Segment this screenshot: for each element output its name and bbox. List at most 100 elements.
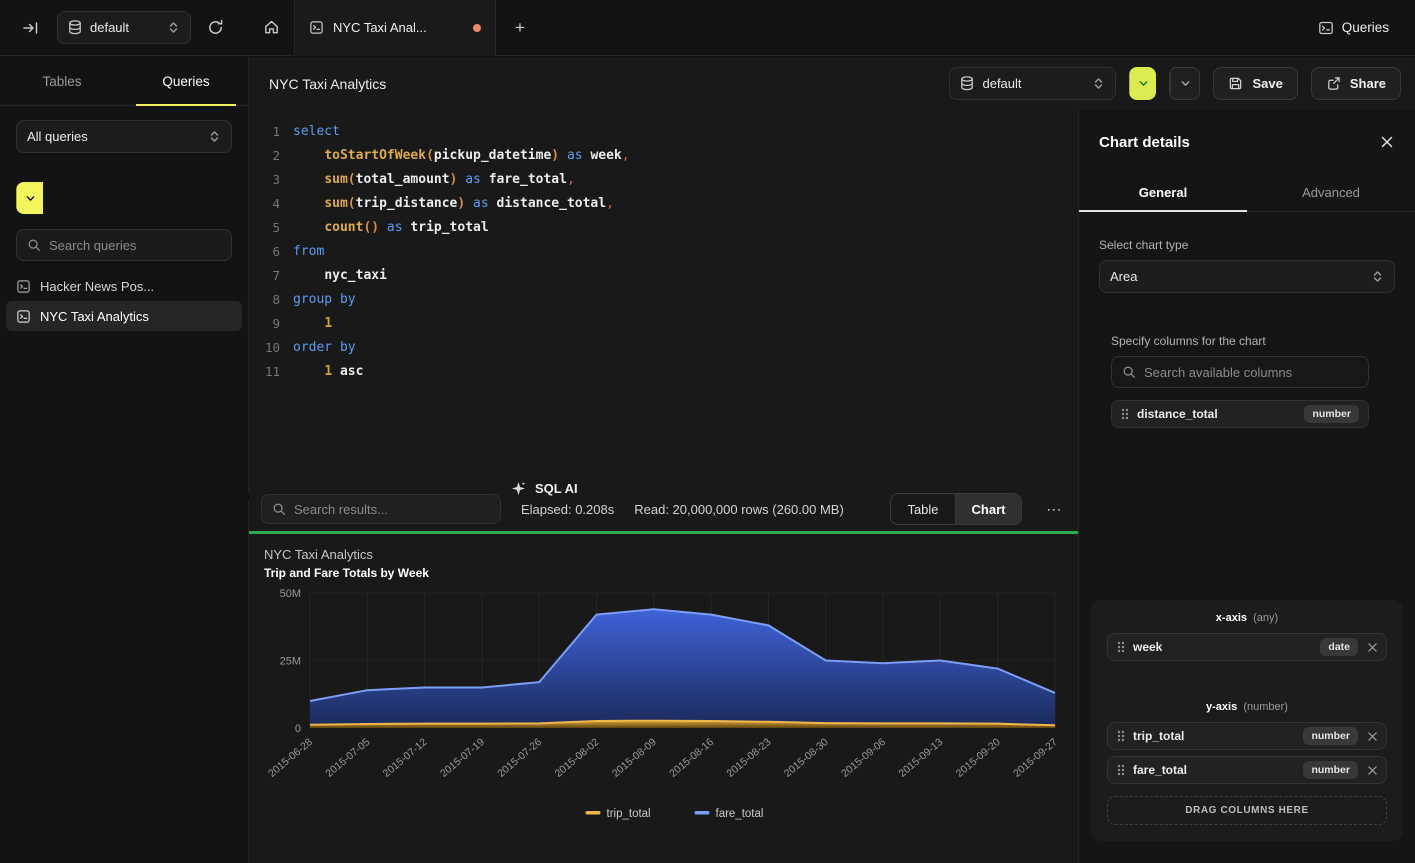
svg-text:2015-08-16: 2015-08-16 <box>667 736 716 780</box>
code-line: 7 nyc_taxi <box>249 263 1078 287</box>
save-button[interactable]: Save <box>1213 67 1297 100</box>
axis-config-card: x-axis (any) week date y-axis (number) <box>1091 600 1403 841</box>
page-title: NYC Taxi Analytics <box>269 76 386 92</box>
tab-queries[interactable]: Queries <box>124 57 248 105</box>
more-options-icon[interactable]: ∙∙∙ <box>1046 501 1062 518</box>
table-view-button[interactable]: Table <box>891 494 954 524</box>
column-name: week <box>1133 640 1312 654</box>
drop-zone[interactable]: DRAG COLUMNS HERE <box>1107 796 1387 825</box>
search-icon <box>272 502 286 516</box>
panel-body: Select chart type Area Specify columns f… <box>1079 238 1415 428</box>
search-icon <box>27 238 41 252</box>
drag-handle-icon[interactable] <box>1117 764 1125 776</box>
results-toolbar: Elapsed: 0.208s Read: 20,000,000 rows (2… <box>249 487 1078 531</box>
search-icon <box>1122 365 1136 379</box>
tab-nyc-taxi-analytics[interactable]: NYC Taxi Anal... <box>294 0 496 56</box>
panel-header: Chart details <box>1079 110 1415 151</box>
queries-button-label: Queries <box>1342 20 1389 35</box>
code-line: 9 1 <box>249 311 1078 335</box>
svg-text:2015-09-06: 2015-09-06 <box>839 736 888 780</box>
column-type-badge: date <box>1320 638 1358 656</box>
code-lines: 1select2 toStartOfWeek(pickup_datetime) … <box>249 119 1078 383</box>
column-name: trip_total <box>1133 729 1295 743</box>
run-database-selector[interactable]: default <box>949 67 1116 100</box>
view-toggle: Table Chart <box>890 493 1022 525</box>
chevron-updown-icon <box>1092 76 1105 91</box>
query-filter-select[interactable]: All queries <box>16 120 232 153</box>
new-tab-button[interactable]: + <box>496 0 544 56</box>
sql-editor[interactable]: 1select2 toStartOfWeek(pickup_datetime) … <box>249 110 1078 487</box>
query-file-icon <box>16 309 31 324</box>
new-query-split-button: + New query <box>16 182 232 214</box>
tab-general[interactable]: General <box>1079 174 1247 211</box>
svg-text:2015-08-02: 2015-08-02 <box>553 736 602 780</box>
column-name: fare_total <box>1133 763 1295 777</box>
code-line: 1select <box>249 119 1078 143</box>
run-dropdown-button[interactable] <box>1129 67 1156 100</box>
svg-text:50M: 50M <box>280 588 301 600</box>
x-axis-column-week[interactable]: week date <box>1107 633 1387 661</box>
remove-column-icon[interactable] <box>1368 766 1377 775</box>
chart-subtitle: Trip and Fare Totals by Week <box>264 566 429 580</box>
chart-type-value: Area <box>1110 269 1363 284</box>
close-icon[interactable] <box>1381 136 1393 148</box>
query-file-icon <box>309 20 324 35</box>
chart-title: NYC Taxi Analytics <box>264 547 373 562</box>
tab-tables[interactable]: Tables <box>0 57 124 105</box>
code-line: 10order by <box>249 335 1078 359</box>
query-item-label: NYC Taxi Analytics <box>40 309 149 324</box>
queries-icon <box>1318 20 1334 36</box>
search-columns-input[interactable] <box>1144 365 1358 380</box>
svg-text:0: 0 <box>295 723 301 735</box>
queries-button[interactable]: Queries <box>1318 20 1389 36</box>
tab-advanced[interactable]: Advanced <box>1247 174 1415 211</box>
share-button[interactable]: Share <box>1311 67 1401 100</box>
x-axis-label: x-axis (any) <box>1107 612 1387 624</box>
database-selector[interactable]: default <box>57 11 191 44</box>
editor-tabs: NYC Taxi Anal... + <box>248 0 544 56</box>
main-header: NYC Taxi Analytics default <box>249 57 1415 110</box>
home-tab[interactable] <box>248 0 294 56</box>
code-line: 8group by <box>249 287 1078 311</box>
svg-text:2015-07-26: 2015-07-26 <box>495 736 544 780</box>
search-columns-box <box>1111 356 1369 388</box>
query-item-hacker-news[interactable]: Hacker News Pos... <box>6 271 242 301</box>
remove-column-icon[interactable] <box>1368 732 1377 741</box>
remove-column-icon[interactable] <box>1368 643 1377 652</box>
column-type-badge: number <box>1304 405 1359 423</box>
chart-view-button[interactable]: Chart <box>955 494 1022 524</box>
new-query-dropdown-button[interactable] <box>16 182 43 214</box>
svg-text:2015-08-30: 2015-08-30 <box>782 736 831 780</box>
svg-text:2015-09-27: 2015-09-27 <box>1011 736 1060 780</box>
refresh-icon[interactable] <box>207 19 224 36</box>
save-button-label: Save <box>1252 76 1282 91</box>
query-item-nyc-taxi[interactable]: NYC Taxi Analytics <box>6 301 242 331</box>
sidebar-tabs: Tables Queries <box>0 57 248 106</box>
search-queries-box <box>16 229 232 261</box>
code-line: 2 toStartOfWeek(pickup_datetime) as week… <box>249 143 1078 167</box>
svg-text:2015-07-05: 2015-07-05 <box>323 736 372 780</box>
chart-type-select[interactable]: Area <box>1099 260 1395 293</box>
chart-type-label: Select chart type <box>1099 238 1395 252</box>
unsaved-dot-icon <box>473 24 481 32</box>
panel-tabs: General Advanced <box>1079 174 1415 212</box>
sidebar-collapse-icon[interactable] <box>22 19 40 37</box>
available-column-distance-total[interactable]: distance_total number <box>1111 400 1369 428</box>
y-axis-column-trip-total[interactable]: trip_total number <box>1107 722 1387 750</box>
svg-text:2015-09-13: 2015-09-13 <box>896 736 945 780</box>
search-results-box <box>261 494 501 524</box>
drag-handle-icon[interactable] <box>1117 641 1125 653</box>
svg-text:trip_total: trip_total <box>607 808 651 820</box>
sql-ai-dropdown-button[interactable] <box>1170 68 1199 99</box>
y-axis-column-fare-total[interactable]: fare_total number <box>1107 756 1387 784</box>
drag-handle-icon[interactable] <box>1121 408 1129 420</box>
svg-text:25M: 25M <box>280 656 301 668</box>
sidebar: Tables Queries All queries + New query <box>0 57 249 863</box>
header-actions: default Run <box>949 67 1401 100</box>
search-queries-input[interactable] <box>49 238 221 253</box>
search-results-input[interactable] <box>294 502 490 517</box>
drag-handle-icon[interactable] <box>1117 730 1125 742</box>
column-type-badge: number <box>1303 727 1358 745</box>
query-item-label: Hacker News Pos... <box>40 279 154 294</box>
chevron-updown-icon <box>208 129 221 144</box>
